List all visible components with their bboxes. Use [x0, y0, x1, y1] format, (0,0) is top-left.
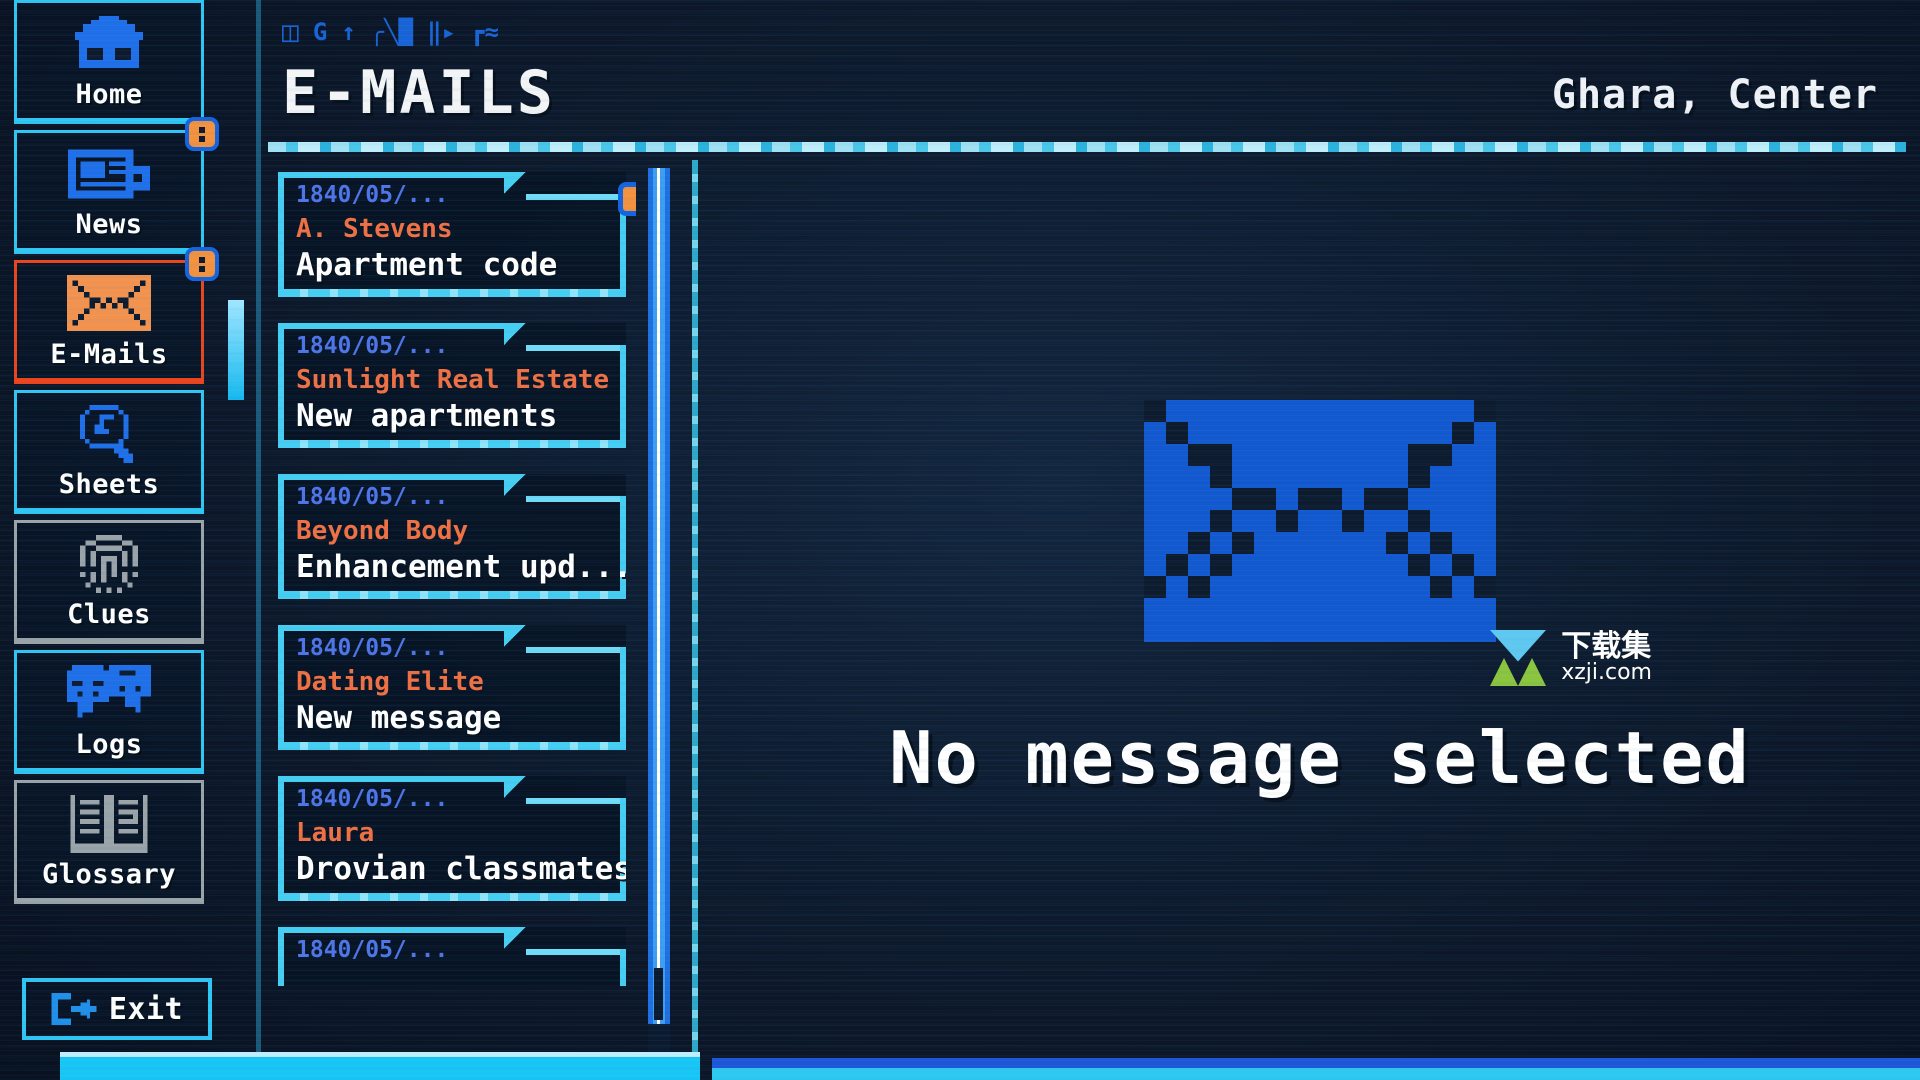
mail-date: 1840/05/... [296, 937, 449, 963]
mail-sender: Sunlight Real Estate [296, 365, 610, 395]
mail-date: 1840/05/... [296, 484, 449, 510]
sidebar-item-label: Home [75, 79, 143, 110]
page-title: E-MAILS [282, 58, 556, 128]
bottom-bar [0, 1048, 1920, 1080]
unread-badge [185, 117, 219, 151]
sidebar-item-label: E-Mails [50, 339, 168, 370]
mail-date: 1840/05/... [296, 635, 449, 661]
sidebar-item-label: Sheets [58, 469, 160, 500]
exit-label: Exit [108, 991, 184, 1027]
bottom-bar-left-segment [60, 1052, 700, 1080]
envelope-icon [1144, 400, 1496, 646]
header-divider [268, 142, 1906, 152]
sidebar-item-label: Glossary [41, 859, 177, 890]
sidebar-item-sheets[interactable]: Sheets [14, 390, 204, 514]
sidebar-item-clues[interactable]: Clues [14, 520, 204, 644]
magnifier-icon [17, 405, 201, 467]
arrow-up-icon: ↑ [341, 18, 356, 46]
sidebar-scroll-indicator[interactable] [228, 300, 244, 400]
download-arrow-logo [1483, 630, 1553, 686]
newspaper-icon [17, 145, 201, 207]
sidebar-item-label: News [75, 209, 143, 240]
mail-subject: Enhancement upd... [296, 549, 626, 585]
sidebar-rail [256, 0, 261, 1080]
refresh-icon: G [312, 18, 328, 46]
mail-sender: Laura [296, 818, 375, 848]
mail-sender: Beyond Body [296, 516, 469, 546]
scrollbar-thumb[interactable] [648, 168, 670, 1024]
sidebar-item-label: Clues [67, 599, 151, 630]
network-icon: ‖▸ [427, 18, 457, 46]
mail-sender: A. Stevens [296, 214, 453, 244]
list-item[interactable]: 1840/05/... Beyond Body Enhancement upd.… [278, 474, 626, 599]
mail-sender: Dating Elite [296, 667, 484, 697]
mail-subject: Drovian classmates [296, 851, 626, 887]
empty-state: No message selected [720, 160, 1920, 1040]
sidebar-item-emails[interactable]: E-Mails [14, 247, 219, 384]
list-item[interactable]: 1840/05/... Laura Drovian classmates [278, 776, 626, 901]
sidebar: Home News E-Mails Sheets Clues Logs Glos… [8, 0, 219, 1080]
sidebar-item-label: Logs [75, 729, 143, 760]
mail-date: 1840/05/... [296, 333, 449, 359]
fingerprint-icon [17, 535, 201, 597]
mail-date: 1840/05/... [296, 182, 449, 208]
watermark-en: xzji.com [1561, 660, 1652, 685]
chat-bubbles-icon [17, 665, 201, 727]
unread-badge [618, 182, 636, 216]
wave-icon: ┏≈ [470, 18, 499, 46]
mail-subject: New apartments [296, 398, 558, 434]
exit-button[interactable]: Exit [22, 978, 212, 1040]
mail-list-scrollbar[interactable] [648, 168, 670, 1052]
list-item[interactable]: 1840/05/... [278, 927, 626, 986]
sidebar-item-logs[interactable]: Logs [14, 650, 204, 774]
mail-subject [278, 969, 626, 978]
sidebar-item-home[interactable]: Home [14, 0, 204, 124]
mail-date: 1840/05/... [296, 786, 449, 812]
status-bar: ◫ G ↑ ╭╲█ ‖▸ ┏≈ [282, 18, 499, 46]
watermark-cn: 下载集 [1561, 629, 1652, 664]
sidebar-item-news[interactable]: News [14, 117, 219, 254]
list-item[interactable]: 1840/05/... Sunlight Real Estate New apa… [278, 323, 626, 448]
app-screen: Home News E-Mails Sheets Clues Logs Glos… [0, 0, 1920, 1080]
list-item[interactable]: 1840/05/... Dating Elite New message [278, 625, 626, 750]
location-label: Ghara, Center [1551, 72, 1878, 118]
panel-divider [692, 160, 698, 1060]
unread-badge [185, 247, 219, 281]
envelope-icon [17, 275, 201, 337]
empty-state-text: No message selected [889, 716, 1751, 800]
mail-subject: Apartment code [296, 247, 558, 283]
mail-list[interactable]: 1840/05/... A. Stevens Apartment code 18… [278, 172, 636, 1052]
signal-bars-icon: ╭╲█ [369, 18, 414, 46]
battery-icon: ◫ [282, 15, 299, 48]
bottom-bar-right-segment [712, 1058, 1920, 1080]
house-icon [17, 15, 201, 77]
list-item[interactable]: 1840/05/... A. Stevens Apartment code [278, 172, 636, 297]
site-watermark: 下载集 xzji.com [1483, 630, 1652, 686]
exit-door-icon [51, 993, 97, 1025]
open-book-icon [17, 795, 201, 857]
mail-subject: New message [296, 700, 502, 736]
sidebar-item-glossary[interactable]: Glossary [14, 780, 204, 904]
